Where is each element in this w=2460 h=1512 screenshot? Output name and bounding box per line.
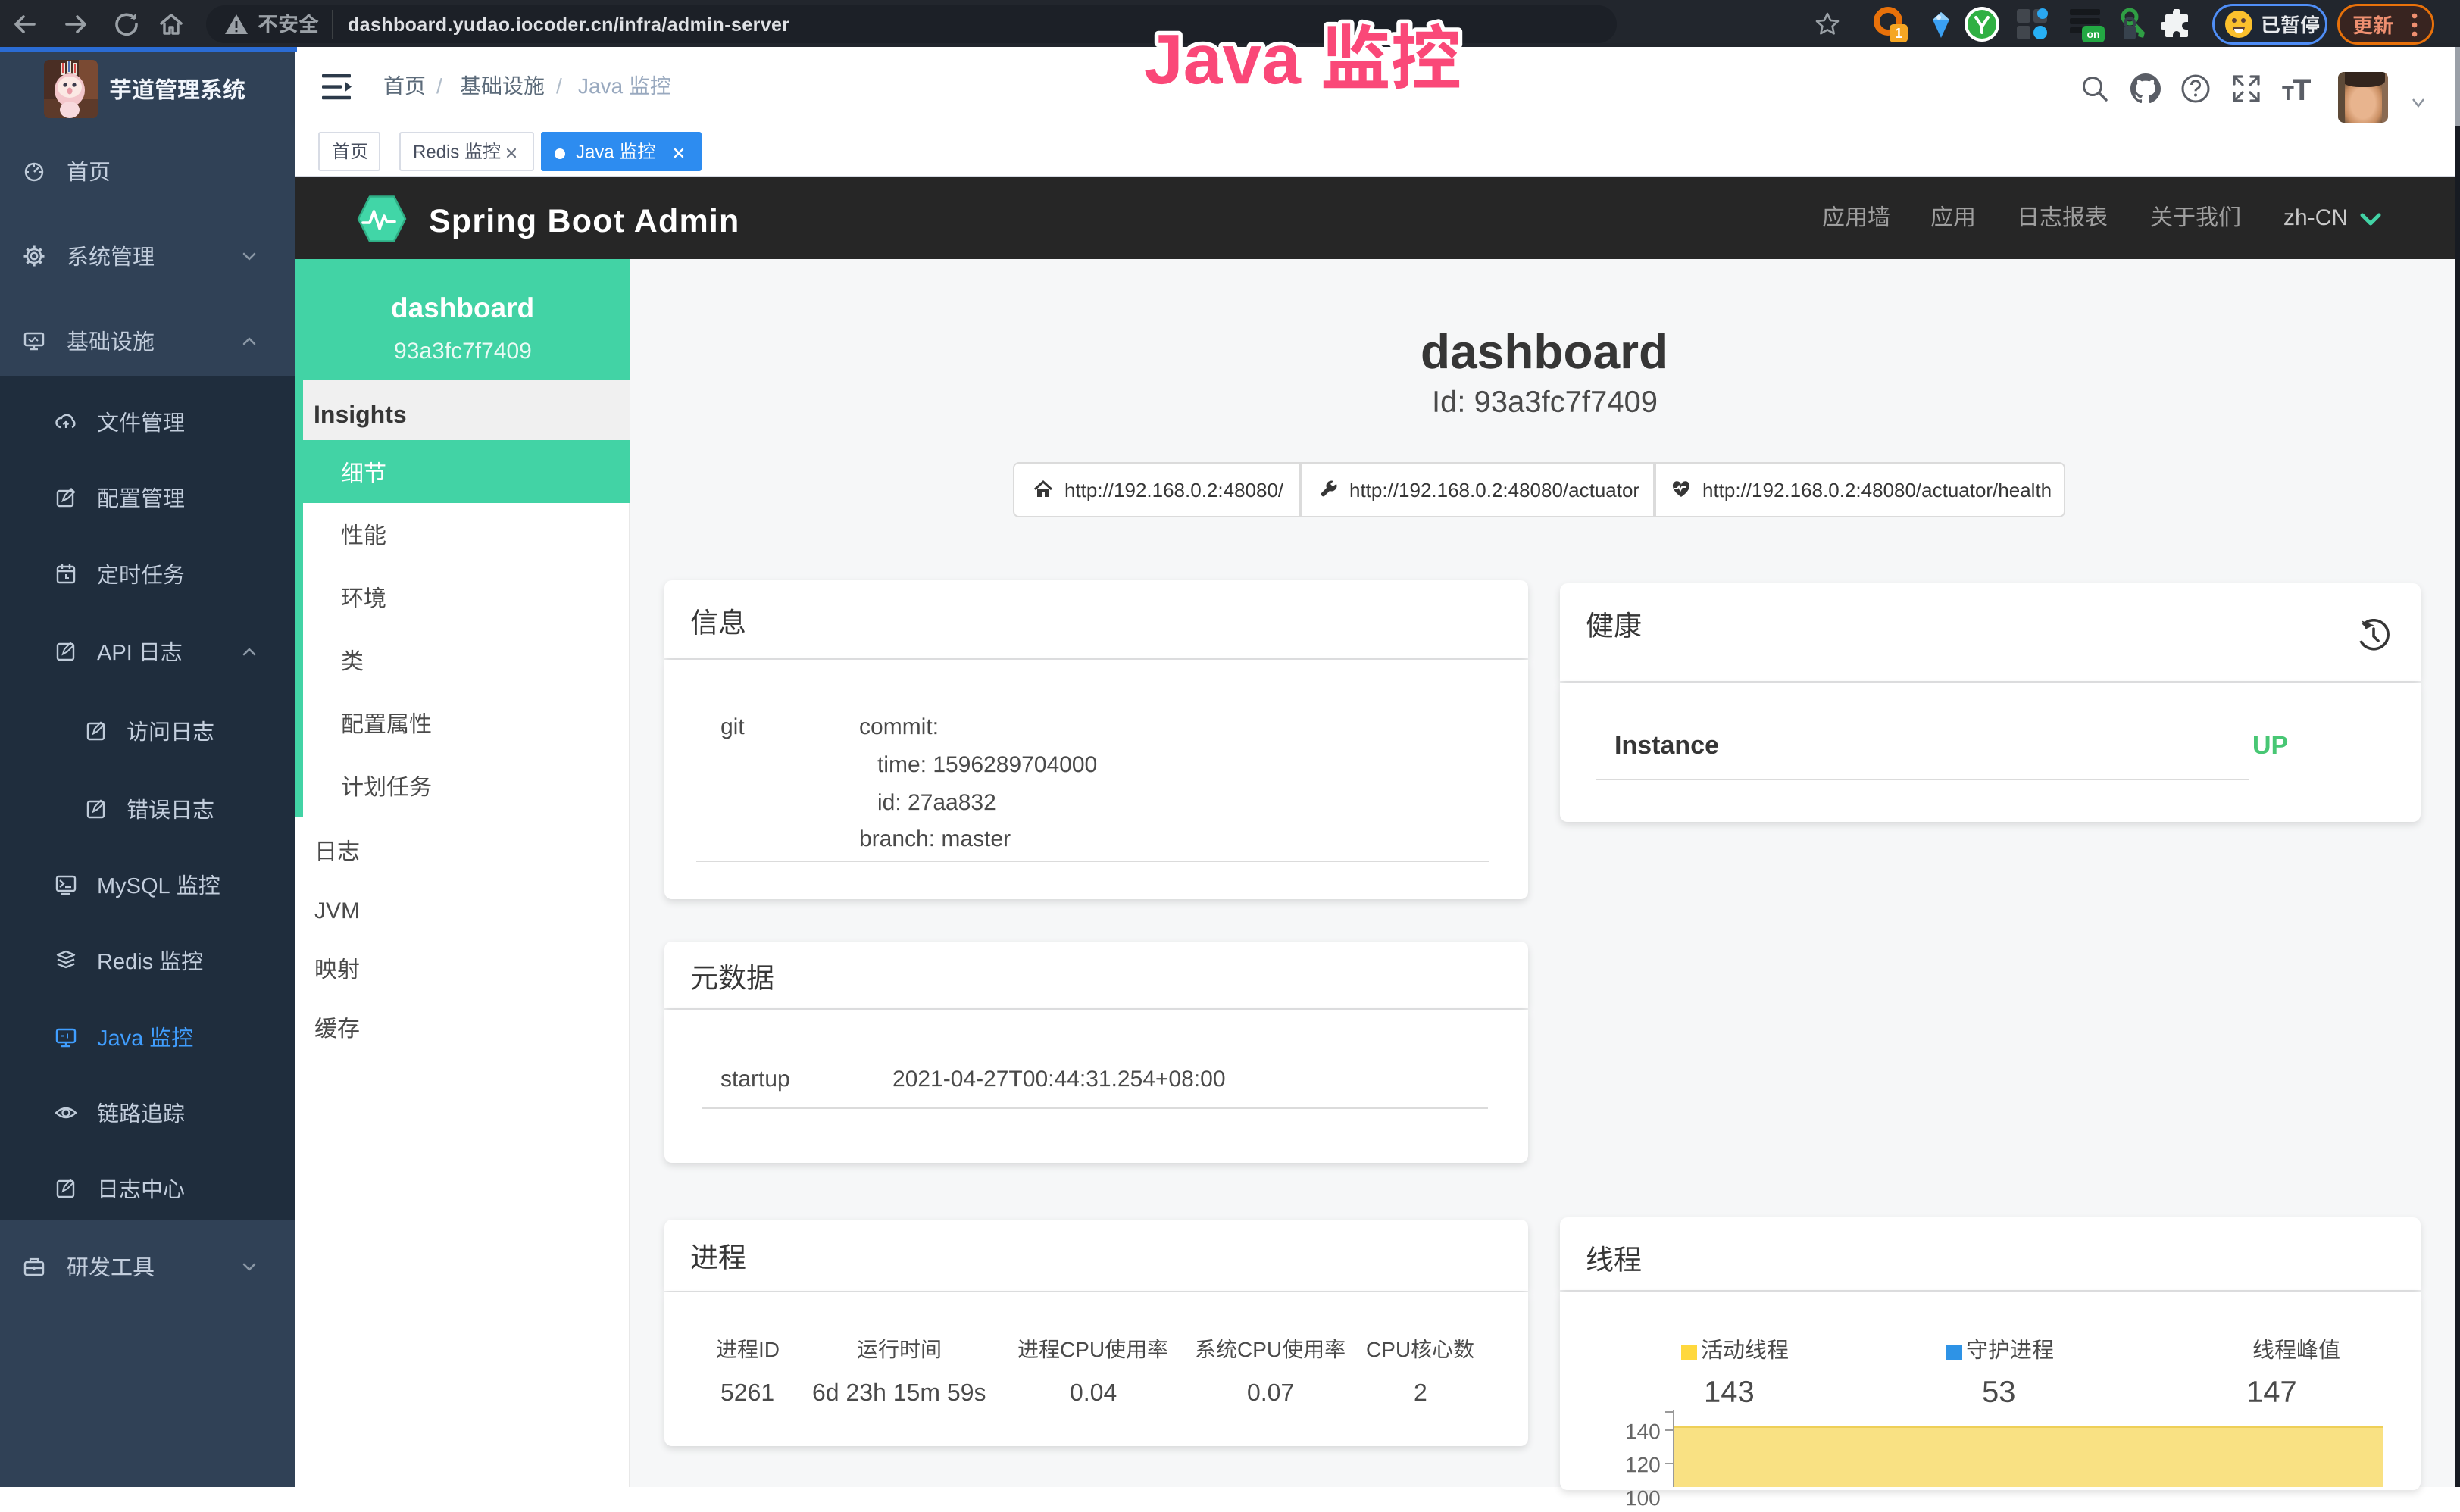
svg-text:T: T <box>2293 74 2311 103</box>
svg-text:1: 1 <box>1895 26 1902 41</box>
svg-text:on: on <box>2086 28 2099 40</box>
